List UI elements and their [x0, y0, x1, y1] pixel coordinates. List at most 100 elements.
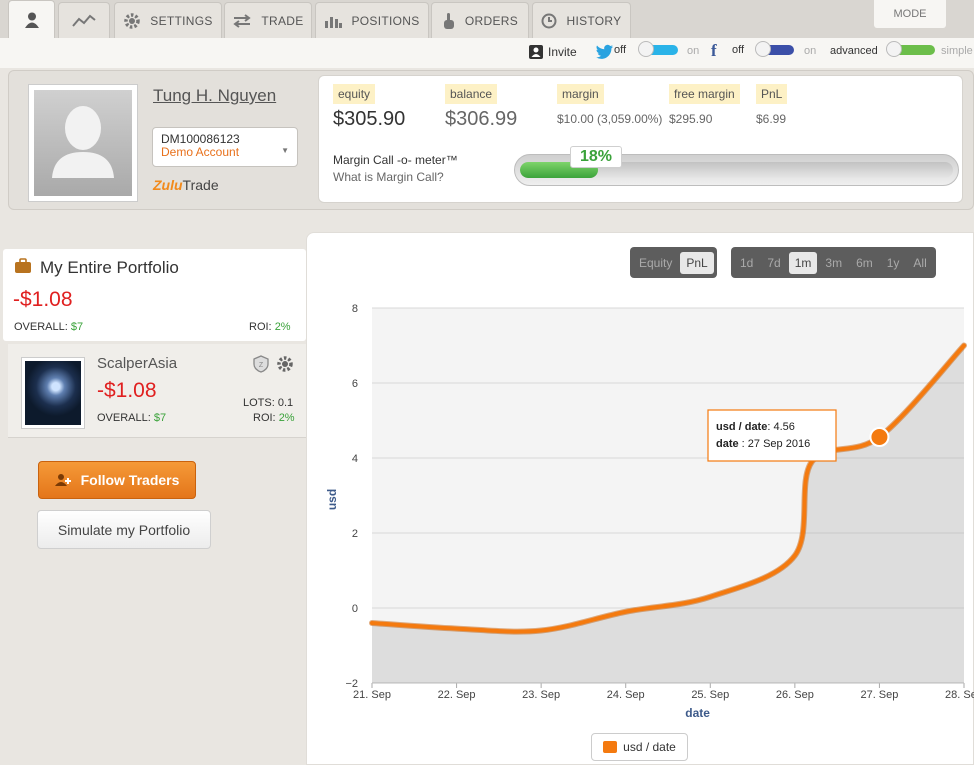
portfolio-overall: OVERALL: $7 — [14, 321, 84, 333]
y-tick-label: 4 — [352, 453, 358, 465]
tab-trade[interactable]: TRADE — [224, 2, 312, 38]
balance-value: $306.99 — [445, 108, 518, 130]
margin-label: margin — [557, 84, 604, 104]
tab-profile[interactable] — [8, 0, 55, 38]
avatar-silhouette-icon — [52, 106, 114, 178]
tooltip-date: date : 27 Sep 2016 — [716, 438, 810, 450]
mode-toggle[interactable] — [886, 41, 935, 57]
tooltip-series: usd / date: 4.56 — [716, 421, 795, 433]
facebook-on-label: on — [804, 45, 817, 57]
gear-icon[interactable] — [276, 355, 294, 373]
chart-legend[interactable]: usd / date — [591, 733, 688, 761]
tab-settings[interactable]: SETTINGS — [114, 2, 222, 38]
y-tick-label: 8 — [352, 303, 358, 315]
zulutrade-logo: ZuluTrade — [153, 177, 219, 193]
tab-label: SETTINGS — [150, 13, 213, 28]
x-tick-label: 23. Sep — [522, 689, 560, 701]
hand-icon — [443, 12, 454, 29]
tab-orders[interactable]: ORDERS — [431, 2, 529, 38]
y-tick-label: 0 — [352, 603, 358, 615]
portfolio-roi: ROI: 2% — [249, 321, 291, 333]
x-tick-label: 26. Sep — [776, 689, 814, 701]
chart-mode-switch: Equity PnL — [630, 247, 717, 278]
y-tick-label: 2 — [352, 528, 358, 540]
pnl-value: $6.99 — [756, 112, 787, 126]
x-tick-label: 28. Sep — [945, 689, 974, 701]
balance-label: balance — [445, 84, 498, 104]
twitter-icon — [596, 44, 613, 59]
tooltip-box — [707, 409, 837, 462]
pnl-chart[interactable]: −20246821. Sep 22. Sep 23. Sep 24. Sep 25. S… — [306, 290, 974, 730]
portfolio-title: My Entire Portfolio — [40, 258, 179, 277]
tab-positions[interactable]: POSITIONS — [315, 2, 429, 38]
invite-icon — [529, 45, 543, 59]
x-tick-label: 21. Sep — [353, 689, 391, 701]
line-chart-icon — [72, 14, 96, 27]
mode-pnl-button[interactable]: PnL — [680, 251, 714, 274]
chevron-down-icon: ▼ — [281, 146, 289, 155]
twitter-toggle[interactable] — [638, 41, 678, 57]
portfolio-pnl: -$1.08 — [13, 288, 73, 311]
range-1m-button[interactable]: 1m — [788, 251, 818, 274]
range-7d-button[interactable]: 7d — [761, 252, 786, 274]
toggle-knob — [886, 41, 902, 57]
facebook-toggle[interactable] — [755, 41, 794, 57]
equity-label: equity — [333, 84, 376, 104]
shield-icon[interactable]: Z — [253, 355, 269, 373]
bars-icon — [325, 16, 343, 28]
trader-roi: ROI: 2% — [253, 412, 295, 424]
margin-call-help-link[interactable]: What is Margin Call? — [333, 170, 444, 184]
tab-history[interactable]: HISTORY — [532, 2, 631, 38]
range-1d-button[interactable]: 1d — [734, 252, 759, 274]
y-tick-label: 6 — [352, 378, 358, 390]
range-1y-button[interactable]: 1y — [881, 252, 906, 274]
invite-button[interactable]: Invite — [528, 44, 577, 60]
meter-percent-label: 18% — [570, 146, 622, 168]
twitter-off-label: off — [614, 44, 627, 56]
tab-performance[interactable] — [58, 2, 110, 38]
mode-label: MODE — [874, 0, 946, 28]
invite-label: Invite — [548, 45, 577, 59]
x-tick-label: 22. Sep — [438, 689, 476, 701]
advanced-label: advanced — [830, 45, 878, 57]
top-nav: SETTINGS TRADE POSITIONS ORDERS HISTORY … — [0, 0, 974, 38]
account-select[interactable]: DM100086123 Demo Account ▼ — [152, 127, 298, 167]
social-toolbar — [0, 38, 974, 68]
equity-value: $305.90 — [333, 108, 406, 130]
trader-avatar[interactable] — [21, 357, 85, 429]
range-6m-button[interactable]: 6m — [850, 252, 879, 274]
tab-label: ORDERS — [464, 13, 519, 28]
margin-call-title: Margin Call -o- meter™ — [333, 153, 458, 167]
margin-value: $10.00 (3,059.00%) — [557, 112, 663, 126]
free-margin-label: free margin — [669, 84, 740, 104]
trader-name[interactable]: ScalperAsia — [97, 355, 177, 372]
range-all-button[interactable]: All — [907, 252, 932, 274]
pnl-label: PnL — [756, 84, 788, 104]
user-icon — [24, 12, 39, 28]
username-link[interactable]: Tung H. Nguyen — [153, 86, 276, 106]
add-user-icon — [54, 474, 71, 486]
chart-range-switch: 1d 7d 1m 3m 6m 1y All — [731, 247, 936, 278]
hovered-point — [869, 427, 890, 447]
gear-icon — [124, 12, 141, 29]
tab-label: POSITIONS — [351, 13, 420, 28]
follow-traders-button[interactable]: Follow Traders — [38, 461, 196, 499]
legend-swatch — [603, 741, 618, 753]
avatar[interactable] — [28, 84, 138, 202]
trader-pnl: -$1.08 — [97, 379, 157, 402]
free-margin-value: $295.90 — [669, 112, 713, 126]
toggle-knob — [755, 41, 771, 57]
x-tick-label: 25. Sep — [691, 689, 729, 701]
toggle-knob — [638, 41, 654, 57]
briefcase-icon — [15, 258, 31, 273]
trader-lots: LOTS: 0.1 — [243, 397, 294, 409]
simulate-portfolio-button[interactable]: Simulate my Portfolio — [37, 510, 211, 549]
clock-icon — [541, 13, 557, 28]
account-type: Demo Account — [161, 145, 240, 159]
range-3m-button[interactable]: 3m — [819, 252, 848, 274]
simple-label: simple — [941, 45, 973, 57]
legend-label: usd / date — [623, 740, 676, 754]
facebook-icon: f — [711, 41, 717, 60]
x-tick-label: 27. Sep — [860, 689, 898, 701]
mode-equity-button[interactable]: Equity — [633, 252, 678, 274]
